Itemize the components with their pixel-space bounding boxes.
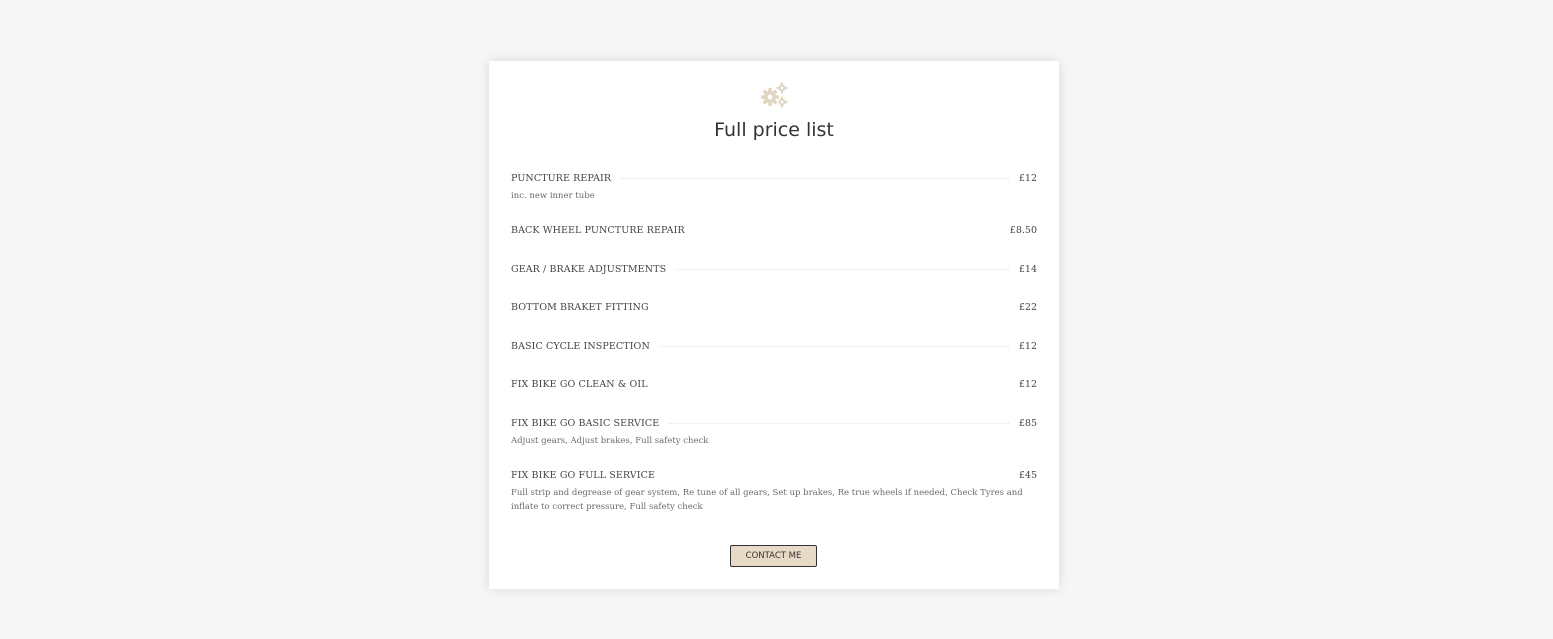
price-list-card: Full price list PUNCTURE REPAIR £12 inc.… (489, 61, 1059, 589)
item-description: inc. new inner tube (511, 191, 595, 201)
item-name: FIX BIKE GO BASIC SERVICE (511, 417, 660, 429)
item-price: £22 (1018, 301, 1037, 313)
page-title: Full price list (714, 119, 834, 141)
dotted-leader (676, 268, 1009, 270)
dotted-leader (665, 475, 1009, 476)
price-item: BASIC CYCLE INSPECTION £12 (511, 338, 1037, 354)
item-price: £45 (1018, 469, 1037, 481)
item-price: £8.50 (1009, 224, 1037, 236)
price-item: BOTTOM BRAKET FITTING £22 (511, 299, 1037, 315)
dotted-leader (621, 177, 1009, 179)
item-description: Full strip and degrease of gear system, … (511, 488, 1023, 512)
price-item: FIX BIKE GO BASIC SERVICE £85 Adjust gea… (511, 415, 1037, 448)
price-item: PUNCTURE REPAIR £12 inc. new inner tube (511, 170, 1037, 203)
price-item: GEAR / BRAKE ADJUSTMENTS £14 (511, 261, 1037, 277)
item-name: BACK WHEEL PUNCTURE REPAIR (511, 224, 685, 236)
item-price: £12 (1018, 340, 1037, 352)
dotted-leader (659, 307, 1009, 308)
item-price: £14 (1018, 263, 1037, 275)
price-item: FIX BIKE GO FULL SERVICE £45 Full strip … (511, 467, 1037, 514)
item-name: PUNCTURE REPAIR (511, 172, 612, 184)
item-name: GEAR / BRAKE ADJUSTMENTS (511, 263, 667, 275)
gears-icon (761, 82, 788, 108)
item-price: £12 (1018, 378, 1037, 390)
contact-me-button[interactable]: CONTACT ME (730, 545, 817, 567)
item-name: BASIC CYCLE INSPECTION (511, 340, 650, 352)
price-item: BACK WHEEL PUNCTURE REPAIR £8.50 (511, 222, 1037, 238)
item-name: FIX BIKE GO CLEAN & OIL (511, 378, 648, 390)
item-price: £85 (1018, 417, 1037, 429)
item-price: £12 (1018, 172, 1037, 184)
item-name: FIX BIKE GO FULL SERVICE (511, 469, 656, 481)
dotted-leader (669, 422, 1009, 424)
price-item: FIX BIKE GO CLEAN & OIL £12 (511, 376, 1037, 392)
dotted-leader (659, 345, 1009, 347)
gears-icon-wrapper (489, 81, 1059, 111)
item-description: Adjust gears, Adjust brakes, Full safety… (511, 436, 709, 446)
item-name: BOTTOM BRAKET FITTING (511, 301, 649, 313)
dotted-leader (695, 230, 1000, 231)
dotted-leader (658, 384, 1009, 385)
